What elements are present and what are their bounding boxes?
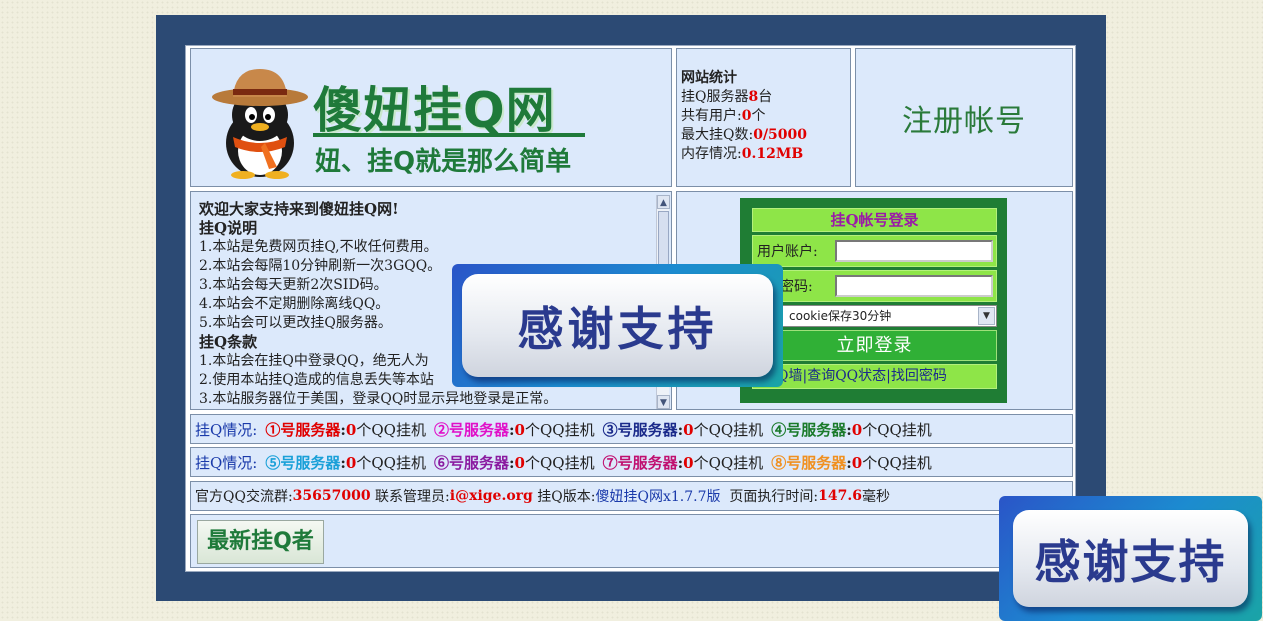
thanks-overlay-ad-corner[interactable]: 感谢支持 <box>999 496 1262 621</box>
server-name: ①号服务器 <box>265 420 341 439</box>
status-label: 挂Q情况: <box>195 453 258 472</box>
scroll-down-icon[interactable]: ▼ <box>657 395 670 409</box>
server-count: 0 <box>683 453 694 472</box>
login-links: 挂Q墙|查询QQ状态|找回密码 <box>752 364 997 389</box>
server-7[interactable]: ⑦号服务器:0个QQ挂机 <box>603 452 764 473</box>
count-suffix: 个QQ挂机 <box>356 420 426 439</box>
server-status-row-2: 挂Q情况: ⑤号服务器:0个QQ挂机 ⑥号服务器:0个QQ挂机 ⑦号服务器:0个… <box>190 447 1073 477</box>
count-suffix: 个QQ挂机 <box>524 453 595 472</box>
server-status-row-1: 挂Q情况: ①号服务器:0个QQ挂机 ②号服务器:0个QQ挂机 ③号服务器:0个… <box>190 414 1073 444</box>
time-label: 页面执行时间: <box>720 489 819 505</box>
account-input[interactable] <box>835 240 993 262</box>
stats-title: 网站统计 <box>681 70 737 86</box>
server-count: 0 <box>514 453 525 472</box>
latest-users-button[interactable]: 最新挂Q者 <box>197 520 324 564</box>
admin-label: 联系管理员: <box>370 489 450 505</box>
time-value: 147.6 <box>818 488 862 504</box>
server-name: ⑧号服务器 <box>771 453 847 472</box>
login-title: 挂Q帐号登录 <box>752 208 997 232</box>
thanks-overlay-ad[interactable]: 感谢支持 <box>452 264 783 387</box>
server-count: 0 <box>514 420 525 439</box>
server-name: ⑤号服务器 <box>265 453 341 472</box>
server-4[interactable]: ④号服务器:0个QQ挂机 <box>771 419 932 440</box>
description-item: 1.本站是免费网页挂Q,不收任何费用。 <box>199 239 438 255</box>
server-count: 0 <box>851 420 863 439</box>
server-count: 0 <box>345 453 357 472</box>
register-link[interactable]: 注册帐号 <box>902 96 1026 140</box>
terms-item: 3.本站服务器位于美国，登录QQ时显示异地登录是正常。 <box>199 391 558 405</box>
server-count: 0 <box>851 453 863 472</box>
thanks-text: 感谢支持 <box>462 274 773 377</box>
link-query-status[interactable]: 查询QQ状态 <box>807 368 886 384</box>
site-stats: 网站统计 挂Q服务器8台 共有用户:0个 最大挂Q数:0/5000 内存情况:0… <box>676 48 851 187</box>
stats-value: 0/5000 <box>753 127 808 143</box>
site-slogan: 妞、挂Q就是那么简单 <box>315 147 572 177</box>
stats-label: 共有用户: <box>681 108 742 124</box>
login-button[interactable]: 立即登录 <box>752 330 997 361</box>
latest-users-row: 最新挂Q者 <box>190 514 1073 568</box>
cookie-select-value: cookie保存30分钟 <box>789 309 892 323</box>
server-8[interactable]: ⑧号服务器:0个QQ挂机 <box>771 452 932 473</box>
group-label: 官方QQ交流群: <box>195 489 293 505</box>
server-count: 0 <box>345 420 357 439</box>
description-heading: 挂Q说明 <box>199 219 258 237</box>
server-name: ②号服务器 <box>433 420 509 439</box>
server-3[interactable]: ③号服务器:0个QQ挂机 <box>603 419 764 440</box>
server-name: ⑦号服务器 <box>602 453 678 472</box>
thanks-text: 感谢支持 <box>1013 510 1248 607</box>
link-find-password[interactable]: 找回密码 <box>891 368 947 384</box>
server-name: ⑥号服务器 <box>433 453 509 472</box>
stats-servers: 挂Q服务器8台 <box>681 88 850 107</box>
server-name: ③号服务器 <box>602 420 678 439</box>
status-label: 挂Q情况: <box>195 420 258 439</box>
count-suffix: 个QQ挂机 <box>693 420 764 439</box>
stats-label: 内存情况: <box>681 146 742 162</box>
stats-users: 共有用户:0个 <box>681 107 850 126</box>
count-suffix: 个QQ挂机 <box>356 453 426 472</box>
count-suffix: 个QQ挂机 <box>693 453 764 472</box>
password-row: QQ密码: <box>752 270 997 302</box>
penguin-mascot-icon <box>212 69 308 179</box>
server-name: ④号服务器 <box>771 420 847 439</box>
server-count: 0 <box>683 420 694 439</box>
stats-unit: 个 <box>751 108 766 124</box>
account-label: 用户账户: <box>757 244 818 260</box>
chevron-down-icon[interactable]: ▼ <box>978 307 995 325</box>
admin-email-link[interactable]: i@xige.org <box>450 488 533 504</box>
scroll-up-icon[interactable]: ▲ <box>657 195 670 209</box>
stats-unit: 台 <box>758 89 773 105</box>
welcome-text: 欢迎大家支持来到傻妞挂Q网! <box>199 200 399 218</box>
account-row: 用户账户: <box>752 235 997 267</box>
stats-value: 0.12MB <box>741 146 804 162</box>
stats-label: 最大挂Q数: <box>681 127 754 143</box>
register-cell: 注册帐号 <box>855 48 1073 187</box>
version-value: 傻妞挂Q网x1.7.7版 <box>595 489 721 505</box>
password-input[interactable] <box>835 275 993 297</box>
logo-underline <box>313 133 585 137</box>
version-label: 挂Q版本: <box>532 489 596 505</box>
group-number: 35657000 <box>292 488 371 504</box>
cookie-select[interactable]: cookie保存30分钟 ▼ <box>752 305 997 327</box>
server-2[interactable]: ②号服务器:0个QQ挂机 <box>434 419 595 440</box>
server-5[interactable]: ⑤号服务器:0个QQ挂机 <box>265 452 426 473</box>
count-suffix: 个QQ挂机 <box>524 420 595 439</box>
count-suffix: 个QQ挂机 <box>862 420 932 439</box>
stats-max: 最大挂Q数:0/5000 <box>681 126 850 145</box>
stats-value: 8 <box>748 89 759 105</box>
server-6[interactable]: ⑥号服务器:0个QQ挂机 <box>434 452 595 473</box>
stats-memory: 内存情况:0.12MB <box>681 145 850 164</box>
logo-cell: 傻妞挂Q网 妞、挂Q就是那么简单 <box>190 48 672 187</box>
server-1[interactable]: ①号服务器:0个QQ挂机 <box>265 419 426 440</box>
count-suffix: 个QQ挂机 <box>862 453 932 472</box>
stats-label: 挂Q服务器 <box>681 89 749 105</box>
site-logo-title: 傻妞挂Q网 <box>313 82 556 139</box>
time-unit: 毫秒 <box>861 489 890 505</box>
stats-value: 0 <box>741 108 752 124</box>
footer-info-row: 官方QQ交流群: 35657000 联系管理员: i@xige.org 挂Q版本: 傻… <box>190 481 1073 511</box>
